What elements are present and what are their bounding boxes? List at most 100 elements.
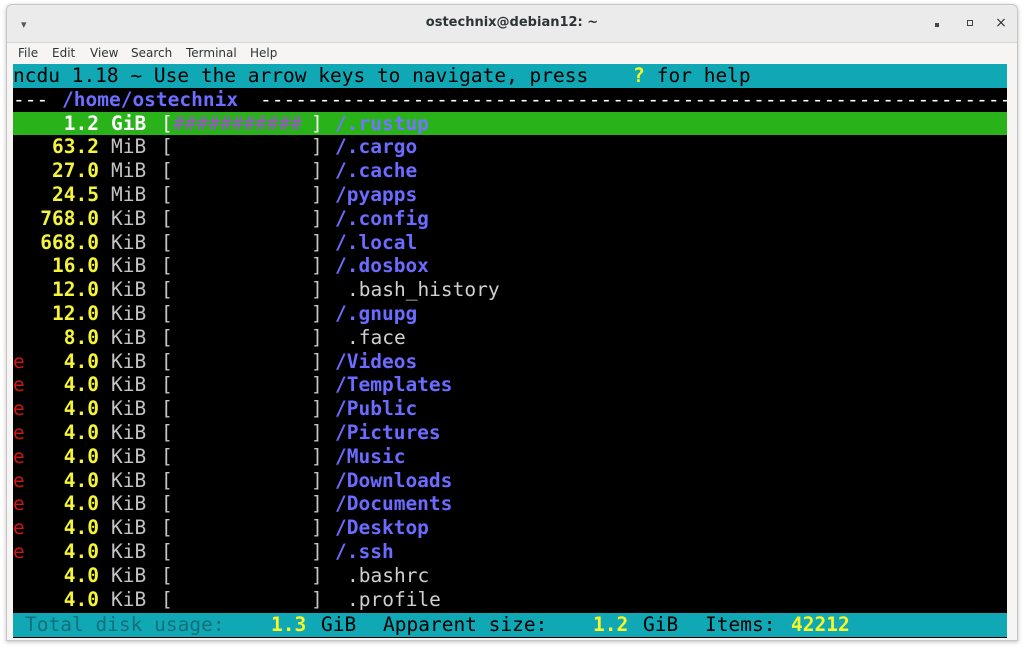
table-row[interactable]: 1.2 GiB [###########] /.rustup [13,111,1007,136]
table-row[interactable]: e 4.0 KiB [] /Templates [13,373,1007,397]
table-row[interactable]: 4.0 KiB [] .profile [13,588,1007,612]
path-prefix: --- [13,87,49,111]
table-row[interactable]: 24.5 MiB [] /pyapps [13,183,1007,207]
table-row[interactable]: 768.0 KiB [] /.config [13,207,1007,231]
graph-open-bracket: [ [161,135,173,159]
graph-close-bracket: ] [311,325,323,349]
directory-name: /.cache [335,159,418,183]
entry-size: 12.0 [52,278,99,302]
graph-close-bracket: ] [311,302,323,325]
table-row[interactable]: e 4.0 KiB [] /Pictures [13,421,1007,445]
graph-close-bracket: ] [311,397,323,421]
table-row[interactable]: 16.0 KiB [] /.dosbox [13,254,1007,278]
table-row[interactable]: 12.0 KiB [] /.gnupg [13,302,1007,326]
table-row[interactable]: 668.0 KiB [] /.local [13,231,1007,255]
table-row[interactable]: 63.2 MiB [] /.cargo [13,135,1007,159]
table-row[interactable]: e 4.0 KiB [] /Music [13,445,1007,469]
entry-size: 668.0 [40,230,99,254]
title-bar[interactable]: ▾ ostechnix@debian12: ~ × [7,5,1017,43]
graph-open-bracket: [ [161,516,173,540]
menu-file[interactable]: File [18,46,38,60]
directory-name: /Documents [335,492,453,516]
maximize-button[interactable] [960,15,980,33]
entry-size: 16.0 [52,254,99,278]
close-button[interactable]: × [991,15,1011,33]
graph-open-bracket: [ [161,421,173,444]
usage-graph: ########### [173,111,303,135]
graph-open-bracket: [ [161,563,173,587]
header-suffix: for help [645,64,751,87]
directory-name: /Pictures [335,421,441,444]
table-row[interactable]: e 4.0 KiB [] /Videos [13,350,1007,374]
ncdu-header: ncdu 1.18 ~ Use the arrow keys to naviga… [13,64,1007,88]
directory-name: /Downloads [335,468,453,492]
directory-name: /Templates [335,373,453,397]
graph-close-bracket: ] [311,468,323,492]
entry-unit: MiB [111,159,147,183]
graph-open-bracket: [ [161,492,173,516]
close-icon: × [995,15,1007,31]
menu-help[interactable]: Help [250,46,277,60]
entry-unit: KiB [111,230,147,254]
entry-unit: KiB [111,468,147,492]
entry-size: 4.0 [63,444,99,468]
graph-close-bracket: ] [311,349,323,373]
error-flag: e [13,468,25,492]
graph-close-bracket: ] [311,516,323,540]
entry-unit: KiB [111,254,147,278]
entry-unit: GiB [111,111,147,135]
graph-open-bracket: [ [161,373,173,397]
graph-open-bracket: [ [161,302,173,325]
table-row[interactable]: 8.0 KiB [] .face [13,326,1007,350]
graph-close-bracket: ] [311,587,323,611]
entry-size: 63.2 [52,135,99,159]
entry-size: 4.0 [63,421,99,444]
directory-name: /.config [335,206,429,230]
ncdu-footer: Total disk usage: 1.3 GiB Apparent size:… [13,613,1007,637]
error-flag: e [13,516,25,540]
table-row[interactable]: 4.0 KiB [] .bashrc [13,564,1007,588]
graph-close-bracket: ] [311,254,323,278]
error-flag: e [13,397,25,421]
minimize-icon [935,23,939,27]
table-row[interactable]: e 4.0 KiB [] /Documents [13,492,1007,516]
graph-close-bracket: ] [311,159,323,183]
table-row[interactable]: e 4.0 KiB [] /Public [13,397,1007,421]
graph-close-bracket: ] [311,563,323,587]
directory-name: /.dosbox [335,254,429,278]
directory-name: /.cargo [335,135,418,159]
entry-size: 4.0 [63,373,99,397]
graph-close-bracket: ] [311,183,323,206]
menu-view[interactable]: View [90,46,118,60]
table-row[interactable]: 12.0 KiB [] .bash_history [13,278,1007,302]
entry-unit: KiB [111,302,147,325]
entry-size: 8.0 [63,325,99,349]
entry-size: 24.5 [52,183,99,206]
minimize-button[interactable] [927,15,947,33]
table-row[interactable]: 27.0 MiB [] /.cache [13,159,1007,183]
table-row[interactable]: e 4.0 KiB [] /Desktop [13,516,1007,540]
entry-size: 4.0 [63,468,99,492]
directory-name: /.ssh [335,540,394,563]
graph-open-bracket: [ [161,468,173,492]
graph-open-bracket: [ [161,254,173,278]
graph-open-bracket: [ [161,444,173,468]
table-row[interactable]: e 4.0 KiB [] /.ssh [13,540,1007,564]
terminal-window: ▾ ostechnix@debian12: ~ × File Edit View… [6,4,1018,641]
header-text: ncdu 1.18 ~ Use the arrow keys to naviga… [13,64,600,87]
entry-size: 4.0 [63,349,99,373]
terminal-area[interactable]: ncdu 1.18 ~ Use the arrow keys to naviga… [13,64,1007,638]
graph-open-bracket: [ [161,159,173,183]
menu-edit[interactable]: Edit [52,46,75,60]
graph-close-bracket: ] [311,278,323,302]
menu-search[interactable]: Search [131,46,172,60]
directory-name: /.rustup [335,111,429,135]
graph-close-bracket: ] [311,492,323,516]
directory-name: /pyapps [335,183,418,206]
entry-unit: MiB [111,183,147,206]
table-row[interactable]: e 4.0 KiB [] /Downloads [13,469,1007,493]
menu-terminal[interactable]: Terminal [186,46,237,60]
items-value: 42212 [791,613,850,636]
path-bar: --- /home/ostechnix ----------------------… [13,88,1007,112]
file-name: .face [347,325,406,349]
